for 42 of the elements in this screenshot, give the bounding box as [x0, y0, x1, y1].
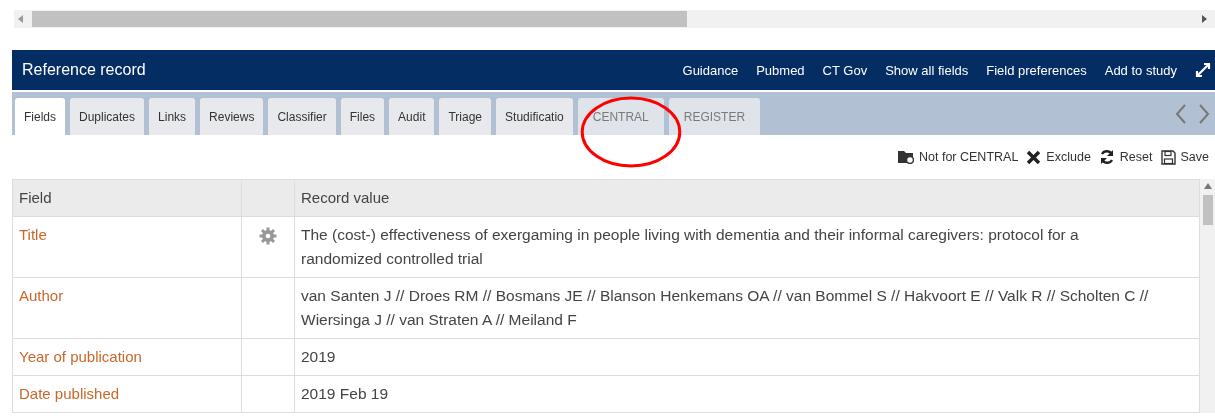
tab[interactable]: Links	[149, 98, 196, 135]
action-button[interactable]: Exclude	[1026, 149, 1091, 165]
tab[interactable]: Reviews	[200, 98, 264, 135]
action-button[interactable]: Save	[1160, 149, 1209, 165]
record-value: The (cost-) effectiveness of exergaming in people living with dementia and their informal caregivers: protocol for a randomized controlled trial	[294, 216, 1200, 278]
panel-title: Reference record	[22, 61, 147, 79]
header-link[interactable]: Field preferences	[986, 62, 1087, 78]
previous-icon[interactable]	[1174, 102, 1188, 125]
tab[interactable]: Studificatio	[496, 98, 573, 135]
scroll-up-icon[interactable]	[1203, 183, 1212, 189]
record-value: 2019 Feb 19	[294, 375, 1200, 413]
tab[interactable]: Triage	[439, 98, 492, 135]
vertical-scrollbar[interactable]	[1200, 179, 1215, 413]
column-header: Record value	[294, 179, 1200, 217]
field-name: Year of publication	[12, 338, 242, 376]
refresh-icon	[1098, 149, 1115, 165]
field-name: Date published	[12, 375, 242, 413]
tab[interactable]: Duplicates	[70, 98, 145, 135]
tab[interactable]: Files	[340, 98, 385, 135]
tab[interactable]: Audit	[389, 98, 435, 135]
tab[interactable]: Fields	[15, 98, 65, 135]
header-link[interactable]: Guidance	[682, 62, 739, 78]
close-icon	[1026, 149, 1042, 165]
action-button[interactable]: Not for CENTRAL	[898, 150, 1019, 164]
field-name: Author	[12, 277, 242, 339]
action-button[interactable]: Reset	[1098, 149, 1153, 165]
settings-icon[interactable]	[259, 227, 277, 245]
folder-icon	[898, 150, 914, 164]
column-header: Field	[12, 179, 242, 217]
header-link[interactable]: Pubmed	[756, 62, 805, 78]
next-icon[interactable]	[1197, 102, 1211, 125]
field-name: Title	[12, 216, 242, 278]
record-value: van Santen J // Droes RM // Bosmans JE // Blanson Henkemans OA // van Bommel S // Hakvoort E // Valk R // Scholten C // Wiersinga J // van Straten A // Meiland F	[294, 277, 1200, 339]
horizontal-scrollbar[interactable]	[14, 10, 1215, 28]
header-link[interactable]: Add to study	[1104, 62, 1177, 78]
tab[interactable]: Classifier	[268, 98, 336, 135]
scroll-thumb[interactable]	[1202, 195, 1213, 225]
expand-icon[interactable]	[1195, 62, 1211, 78]
header-link[interactable]: Show all fields	[885, 62, 969, 78]
save-icon	[1160, 149, 1176, 165]
record-value: 2019	[294, 338, 1200, 376]
header-link[interactable]: CT Gov	[822, 62, 868, 78]
